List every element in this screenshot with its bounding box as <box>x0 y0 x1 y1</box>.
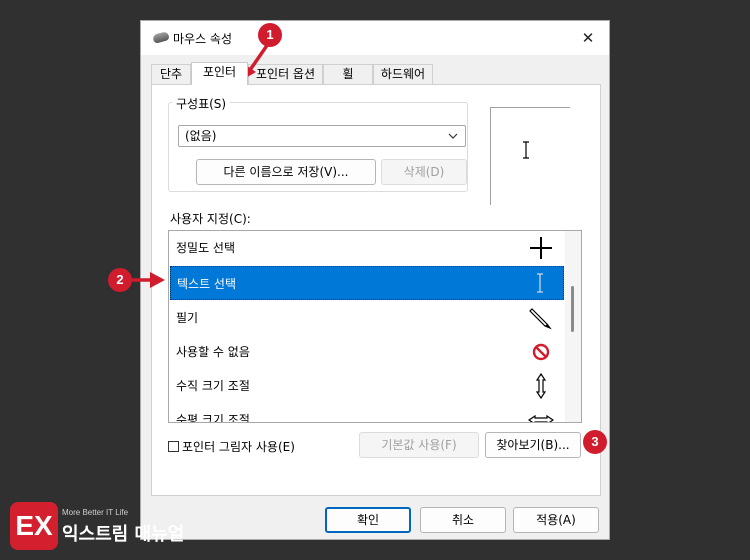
list-item[interactable]: 사용할 수 없음 <box>170 335 564 369</box>
chevron-down-icon <box>447 126 459 153</box>
save-as-button[interactable]: 다른 이름으로 저장(V)... <box>196 159 376 185</box>
text-select-ibeam-icon <box>527 271 553 297</box>
cursor-preview <box>490 107 570 205</box>
list-item[interactable]: 텍스트 선택 <box>170 266 564 300</box>
delete-button[interactable]: 삭제(D) <box>381 159 467 185</box>
cursor-list[interactable]: 정밀도 선택 텍스트 선택 필기 사용할 수 없음 수직 크기 조절 수평 크기… <box>168 230 582 423</box>
scrollbar-thumb[interactable] <box>571 286 574 332</box>
brand-logo: EX <box>10 502 58 550</box>
list-item-label: 정밀도 선택 <box>176 241 236 255</box>
cancel-button[interactable]: 취소 <box>420 507 506 533</box>
tab-pointers[interactable]: 포인터 <box>191 62 248 85</box>
pen-icon <box>528 305 554 331</box>
pointer-shadow-checkbox[interactable]: 포인터 그림자 사용(E) <box>168 438 295 455</box>
text-select-ibeam-icon <box>521 141 531 162</box>
tab-bar: 단추 포인터 포인터 옵션 휠 하드웨어 <box>151 62 601 85</box>
tab-hardware[interactable]: 하드웨어 <box>373 64 433 84</box>
scheme-label: 구성표(S) <box>172 95 231 112</box>
list-item-label: 텍스트 선택 <box>177 277 237 291</box>
list-item-label: 사용할 수 없음 <box>176 345 250 359</box>
horizontal-resize-icon <box>527 407 555 422</box>
pointer-shadow-label: 포인터 그림자 사용(E) <box>182 440 295 454</box>
pointers-panel: 구성표(S) (없음) 다른 이름으로 저장(V)... 삭제(D) 사용자 지… <box>151 84 601 496</box>
brand-watermark: EX More Better IT Life 익스트림 매뉴얼 <box>10 502 210 552</box>
mouse-icon <box>152 31 170 44</box>
scheme-select[interactable]: (없음) <box>178 125 466 147</box>
list-item-label: 수평 크기 조절 <box>176 413 250 423</box>
close-button[interactable]: ✕ <box>577 27 599 49</box>
vertical-resize-icon <box>528 372 554 400</box>
mouse-properties-dialog: 마우스 속성 ✕ 단추 포인터 포인터 옵션 휠 하드웨어 구성표(S) (없음… <box>140 20 610 540</box>
scheme-selected-value: (없음) <box>185 129 217 143</box>
customize-label: 사용자 지정(C): <box>170 212 251 226</box>
brand-tagline: More Better IT Life <box>62 508 129 517</box>
list-item[interactable]: 필기 <box>170 301 564 335</box>
list-scrollbar[interactable] <box>565 231 581 422</box>
list-item-label: 수직 크기 조절 <box>176 379 250 393</box>
crosshair-icon <box>528 235 554 261</box>
use-default-button[interactable]: 기본값 사용(F) <box>359 432 479 458</box>
apply-button[interactable]: 적용(A) <box>513 507 599 533</box>
annotation-badge-3: 3 <box>583 430 607 454</box>
annotation-badge-2: 2 <box>108 268 132 292</box>
tab-buttons[interactable]: 단추 <box>151 64 191 84</box>
brand-name: 익스트림 매뉴얼 <box>62 524 185 545</box>
list-item[interactable]: 수직 크기 조절 <box>170 369 564 403</box>
list-item[interactable]: 정밀도 선택 <box>170 231 564 265</box>
ok-button[interactable]: 확인 <box>325 507 411 533</box>
list-item[interactable]: 수평 크기 조절 <box>170 403 564 423</box>
annotation-arrow-2 <box>132 272 165 288</box>
title-bar[interactable]: 마우스 속성 ✕ <box>141 21 609 55</box>
checkbox-box[interactable] <box>168 441 179 452</box>
window-title: 마우스 속성 <box>173 32 233 46</box>
unavailable-icon <box>528 339 554 365</box>
browse-button[interactable]: 찾아보기(B)... <box>485 432 581 458</box>
list-item-label: 필기 <box>176 311 199 325</box>
tab-wheel[interactable]: 휠 <box>323 64 373 84</box>
